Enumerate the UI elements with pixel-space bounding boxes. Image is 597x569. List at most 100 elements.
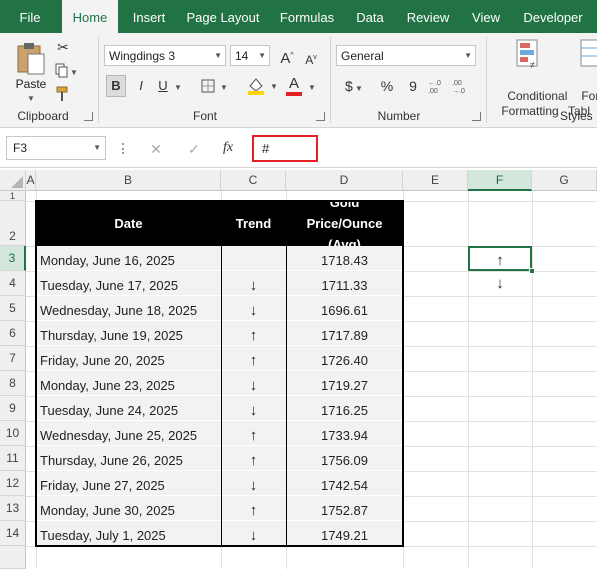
table-divider (286, 246, 287, 546)
column-header-c[interactable]: C (221, 170, 286, 191)
clipboard-launcher-icon[interactable] (84, 112, 93, 121)
tab-data[interactable]: Data (350, 0, 390, 33)
group-separator (330, 37, 331, 123)
name-box-value: F3 (13, 141, 28, 155)
cut-icon[interactable]: ✂ (54, 37, 72, 57)
number-group-label: Number (377, 109, 421, 123)
conditional-formatting-label: Conditional Formatting (501, 89, 568, 118)
row-header-3[interactable]: 3 (0, 246, 26, 271)
font-size-select[interactable]: 14 ▼ (230, 45, 270, 66)
svg-text:≠: ≠ (530, 60, 535, 69)
column-header-g[interactable]: G (532, 170, 597, 191)
chevron-down-icon[interactable]: ▼ (306, 76, 318, 98)
row-header-5[interactable]: 5 (0, 296, 26, 321)
select-all-triangle-icon (11, 176, 23, 188)
grow-font-button[interactable]: A^ (278, 46, 296, 69)
borders-icon[interactable]: ▼ (200, 78, 230, 96)
number-format-select[interactable]: General ▼ (336, 45, 476, 66)
svg-text:▼: ▼ (70, 68, 78, 77)
table-divider (221, 246, 222, 546)
enter-button[interactable]: ✓ (184, 139, 204, 159)
clipboard-icon (17, 43, 45, 75)
name-box[interactable]: F3 ▼ (6, 136, 106, 160)
paste-label: Paste (15, 77, 47, 91)
conditional-formatting-icon: ≠ (516, 39, 538, 69)
column-header-e[interactable]: E (403, 170, 468, 191)
clipboard-group-label: Clipboard (17, 109, 69, 123)
copy-icon[interactable]: ▼ (54, 63, 78, 79)
column-header-a[interactable]: A (26, 170, 36, 191)
column-header-f[interactable]: F (468, 170, 532, 191)
group-separator (486, 37, 487, 123)
insert-function-button[interactable]: fx (218, 138, 238, 158)
conditional-formatting-button[interactable]: Conditional Formatting (494, 74, 568, 134)
font-color-bar (286, 92, 302, 96)
tab-view[interactable]: View (466, 0, 506, 33)
row-header-6[interactable]: 6 (0, 321, 26, 346)
formula-bar-grip[interactable] (122, 143, 127, 154)
group-separator (98, 37, 99, 123)
row-header-7[interactable]: 7 (0, 346, 26, 371)
fill-color-icon[interactable]: ▼ (246, 76, 280, 96)
bold-button[interactable]: B (106, 75, 126, 97)
ribbon-tab-bar: File Home Insert Page Layout Formulas Da… (0, 0, 597, 33)
currency-button[interactable]: $ ▼ (340, 76, 368, 99)
increase-decimal-icon[interactable]: ←.0.00 (428, 77, 450, 95)
row-header-15[interactable] (0, 546, 26, 569)
row-header-11[interactable]: 11 (0, 446, 26, 471)
percent-button[interactable]: % (378, 76, 396, 96)
font-name-value: Wingdings 3 (109, 49, 176, 63)
svg-text:←.0: ←.0 (428, 80, 441, 87)
font-group-label: Font (192, 109, 217, 123)
font-launcher-icon[interactable] (316, 112, 325, 121)
row-header-12[interactable]: 12 (0, 471, 26, 496)
row-header-2[interactable]: 2 (0, 201, 26, 246)
row-header-4[interactable]: 4 (0, 271, 26, 296)
chevron-down-icon: ▼ (27, 94, 35, 103)
decrease-decimal-icon[interactable]: .00→.0 (452, 77, 474, 95)
number-format-value: General (341, 49, 384, 63)
row-header-10[interactable]: 10 (0, 421, 26, 446)
tab-insert[interactable]: Insert (122, 0, 176, 33)
tab-formulas[interactable]: Formulas (276, 0, 338, 33)
column-header-b[interactable]: B (36, 170, 221, 191)
number-launcher-icon[interactable] (472, 112, 481, 121)
styles-group-label: Styles (560, 109, 593, 123)
tab-developer[interactable]: Developer (518, 0, 588, 33)
chevron-down-icon[interactable]: ▼ (172, 76, 184, 98)
tab-page-layout[interactable]: Page Layout (184, 0, 262, 33)
font-size-value: 14 (235, 49, 249, 63)
shrink-font-button[interactable]: Av (302, 48, 320, 70)
paste-button[interactable]: Paste ▼ (10, 39, 52, 105)
chevron-down-icon: ▼ (93, 143, 101, 152)
cell-f4[interactable]: ↓ (468, 271, 532, 296)
chevron-down-icon: ▼ (214, 51, 222, 60)
column-header-d[interactable]: D (286, 170, 403, 191)
row-header-13[interactable]: 13 (0, 496, 26, 521)
svg-text:.00: .00 (452, 80, 462, 87)
cancel-entry-button[interactable]: ✕ (146, 139, 166, 159)
grow-font-icon: A (280, 50, 291, 67)
row-header-14[interactable]: 14 (0, 521, 26, 546)
chevron-down-icon: ▼ (464, 51, 472, 60)
font-name-select[interactable]: Wingdings 3 ▼ (104, 45, 226, 66)
formula-input[interactable]: # (252, 135, 318, 162)
row-header-8[interactable]: 8 (0, 371, 26, 396)
select-all-corner[interactable] (0, 170, 26, 191)
row-header-1[interactable]: 1 (0, 191, 26, 201)
tab-file[interactable]: File (8, 0, 52, 33)
format-as-table-button[interactable]: Forma Tabl (568, 74, 597, 134)
format-painter-icon[interactable] (54, 85, 72, 103)
svg-text:▼: ▼ (270, 82, 278, 91)
row-header-9[interactable]: 9 (0, 396, 26, 421)
comma-button[interactable]: 9 (404, 76, 422, 96)
tab-home[interactable]: Home (62, 0, 118, 33)
svg-text:→.0: →.0 (452, 88, 465, 95)
worksheet-grid: A B C D E F G 1 2 3 4 5 6 7 8 9 10 11 12… (0, 170, 597, 569)
tab-review[interactable]: Review (402, 0, 454, 33)
font-color-button[interactable]: A (284, 74, 304, 94)
cell-f3[interactable]: ↑ (468, 246, 532, 271)
underline-button[interactable]: U (154, 76, 172, 96)
italic-button[interactable]: I (132, 76, 150, 96)
formula-bar: F3 ▼ ✕ ✓ fx # (0, 129, 597, 168)
